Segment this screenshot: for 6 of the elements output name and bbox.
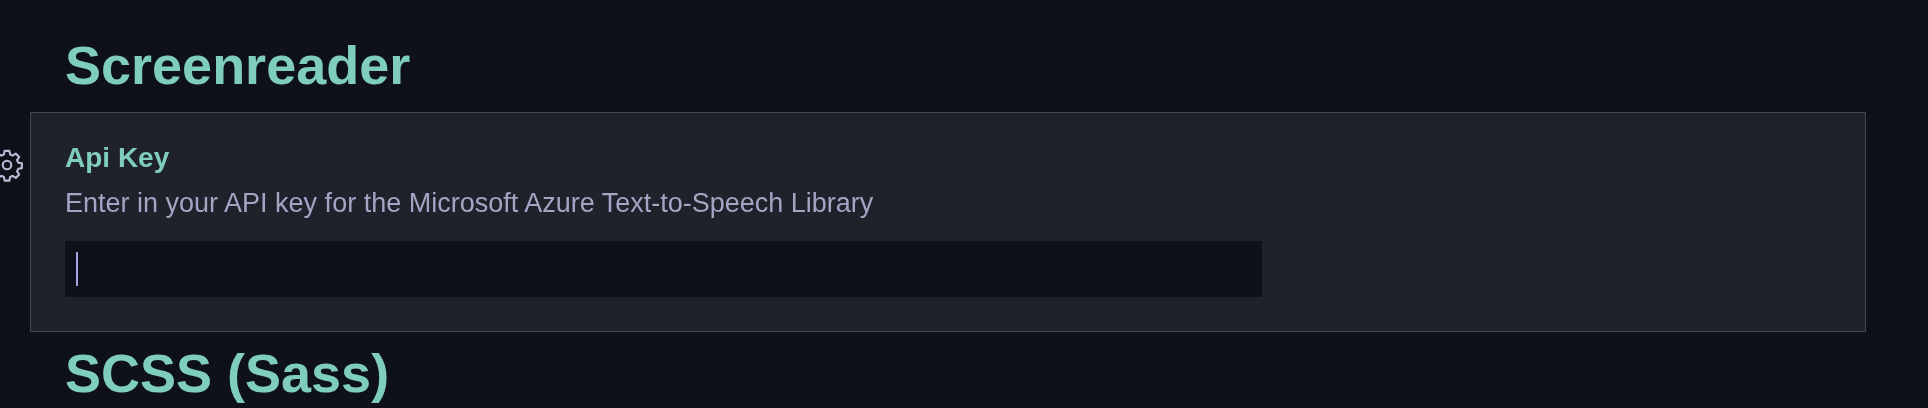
section-heading: Screenreader <box>64 34 412 97</box>
setting-description: Enter in your API key for the Microsoft Azure Text-to-Speech Library <box>65 187 875 220</box>
api-key-input[interactable] <box>65 241 1262 297</box>
setting-label: Api Key <box>65 141 171 175</box>
section-heading: SCSS (Sass) <box>64 342 391 405</box>
settings-icon[interactable] <box>0 148 24 182</box>
